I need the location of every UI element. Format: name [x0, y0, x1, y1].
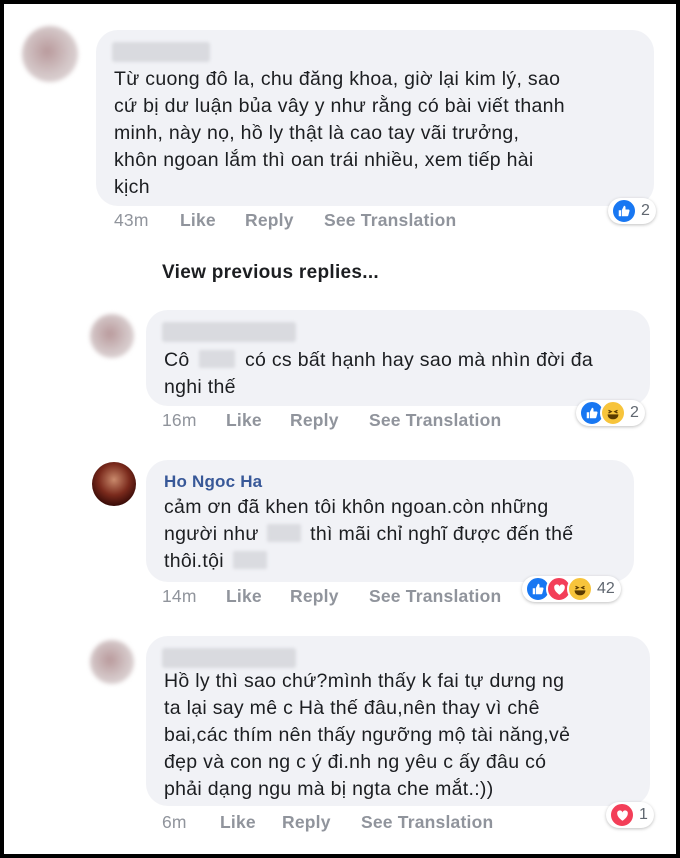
- author-name-redacted[interactable]: [112, 42, 210, 62]
- see-translation-link[interactable]: See Translation: [369, 410, 501, 431]
- comment-text-line: khôn ngoan lắm thì oan trái nhiều, xem t…: [114, 149, 534, 171]
- author-name-redacted[interactable]: [162, 648, 296, 668]
- comment-text-line: Từ cuong đô la, chu đăng khoa, giờ lại k…: [114, 68, 561, 90]
- redacted-name: [267, 524, 302, 542]
- comment-text-line: cảm ơn đã khen tôi khôn ngoan.còn những: [164, 496, 549, 518]
- reply-link[interactable]: Reply: [290, 586, 339, 607]
- like-link[interactable]: Like: [220, 812, 256, 833]
- timestamp[interactable]: 43m: [114, 210, 149, 231]
- reaction-summary[interactable]: 1: [606, 802, 654, 828]
- reaction-count: 2: [641, 202, 650, 219]
- comment-text-line: minh, này nọ, hồ ly thật là cao tay vãi …: [114, 122, 520, 144]
- comment-text-line: người như thì mãi chỉ nghĩ được đến thế: [164, 523, 574, 545]
- comment-text-line: ta lại say mê c Hà thế đâu,nên thay vì c…: [164, 697, 540, 719]
- comment-text-line: nghi thế: [164, 376, 236, 398]
- reaction-summary[interactable]: 2: [608, 198, 656, 224]
- comment-thread: Từ cuong đô la, chu đăng khoa, giờ lại k…: [4, 4, 676, 854]
- avatar[interactable]: [90, 314, 134, 358]
- like-link[interactable]: Like: [226, 586, 262, 607]
- see-translation-link[interactable]: See Translation: [369, 586, 501, 607]
- reaction-count: 42: [597, 580, 615, 597]
- timestamp[interactable]: 16m: [162, 410, 197, 431]
- comment-text-line: Cô có cs bất hạnh hay sao mà nhìn đời đa: [164, 349, 593, 371]
- haha-reaction-icon: [600, 400, 626, 426]
- reaction-count: 1: [639, 806, 648, 823]
- reply-link[interactable]: Reply: [245, 210, 294, 231]
- see-translation-link[interactable]: See Translation: [324, 210, 456, 231]
- view-previous-replies-link[interactable]: View previous replies...: [162, 262, 379, 284]
- comment-text-line: kịch: [114, 176, 150, 198]
- like-link[interactable]: Like: [180, 210, 216, 231]
- reaction-summary[interactable]: 42: [522, 576, 621, 602]
- see-translation-link[interactable]: See Translation: [361, 812, 493, 833]
- reply-link[interactable]: Reply: [290, 410, 339, 431]
- like-reaction-icon: [611, 198, 637, 224]
- timestamp[interactable]: 14m: [162, 586, 197, 607]
- redacted-name: [199, 350, 236, 368]
- comment-text-line: bai,các thím nên thấy ngưỡng mộ tài năng…: [164, 724, 571, 746]
- comment-text-line: cứ bị dư luận bủa vây y như rằng có bài …: [114, 95, 565, 117]
- comment-text-line: phải dạng ngu mà bị ngta che mắt.:)): [164, 778, 494, 800]
- author-name-redacted[interactable]: [162, 322, 296, 342]
- reply-link[interactable]: Reply: [282, 812, 331, 833]
- avatar[interactable]: [90, 640, 134, 684]
- avatar[interactable]: [92, 462, 136, 506]
- comment-text-line: thôi.tội: [164, 548, 270, 575]
- avatar[interactable]: [22, 26, 78, 82]
- haha-reaction-icon: [567, 576, 593, 602]
- reaction-count: 2: [630, 404, 639, 421]
- reaction-summary[interactable]: 2: [576, 400, 645, 426]
- comment-text-line: đẹp và con ng c ý đi.nh ng yêu c ấy đâu …: [164, 751, 547, 773]
- love-reaction-icon: [609, 802, 635, 828]
- like-link[interactable]: Like: [226, 410, 262, 431]
- redacted-name: [232, 551, 267, 569]
- comment-text-line: Hồ ly thì sao chứ?mình thấy k fai tự dưn…: [164, 670, 565, 692]
- author-name[interactable]: Ho Ngoc Ha: [164, 472, 262, 492]
- timestamp[interactable]: 6m: [162, 812, 187, 833]
